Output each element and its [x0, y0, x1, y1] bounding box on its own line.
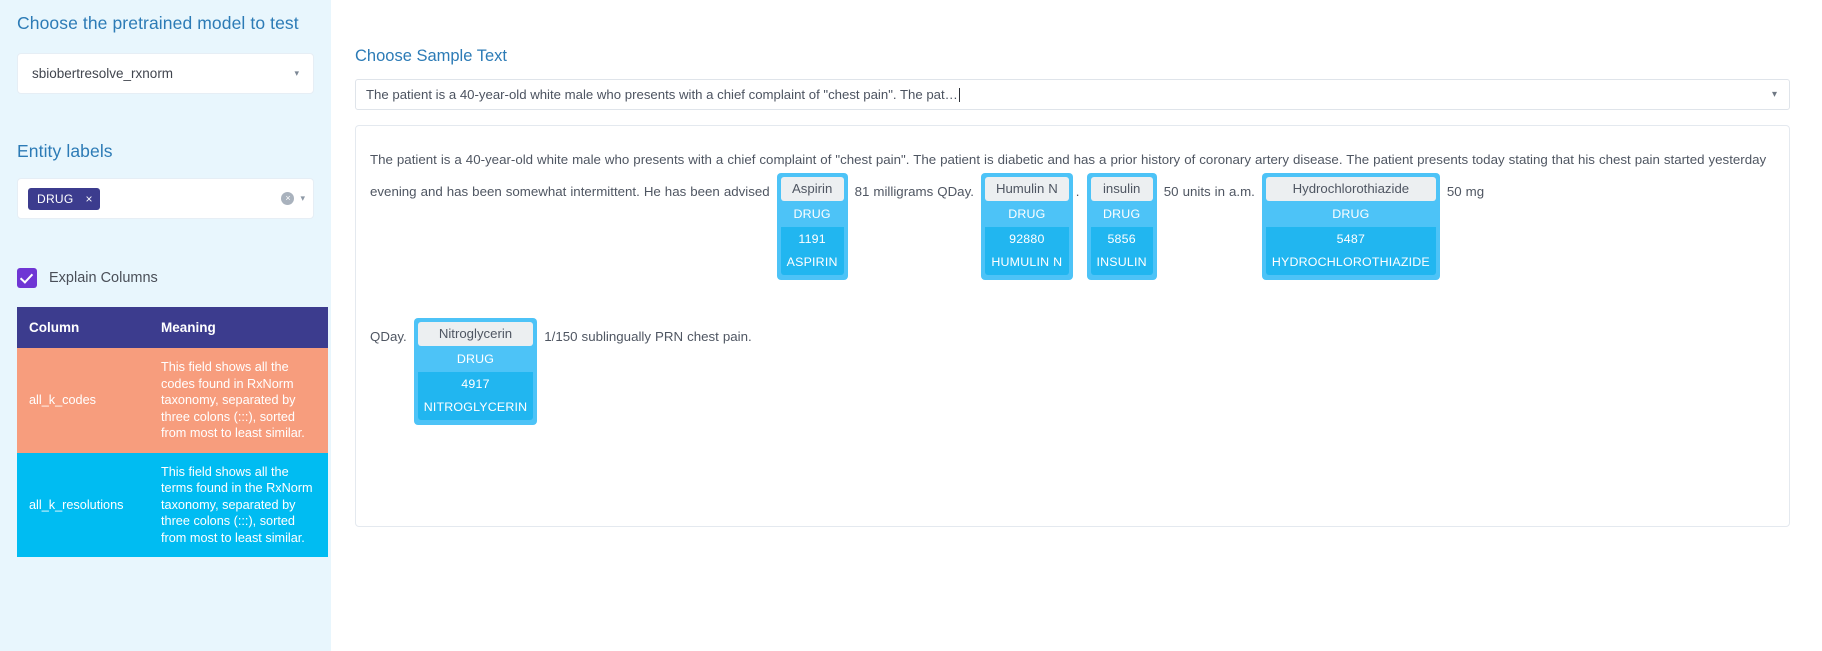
explain-columns-checkbox[interactable]: [17, 268, 37, 288]
entity-resolution: NITROGLYCERIN: [417, 396, 534, 420]
chevron-down-icon[interactable]: ▾: [300, 193, 305, 204]
model-heading: Choose the pretrained model to test: [17, 13, 299, 33]
entity-tag-drug[interactable]: DRUG ×: [28, 187, 100, 210]
explain-columns-label: Explain Columns: [49, 270, 158, 286]
sample-text-heading: Choose Sample Text: [355, 47, 507, 65]
model-select[interactable]: sbiobertresolve_rxnorm ▾: [17, 53, 314, 94]
cell-meaning: This field shows all the terms found in …: [149, 452, 328, 557]
entity-chip[interactable]: Hydrochlorothiazide DRUG 5487 HYDROCHLOROTH…: [1261, 173, 1440, 280]
model-select-value: sbiobertresolve_rxnorm: [32, 66, 174, 81]
text-segment: 1/150 sublingually PRN chest pain.: [540, 329, 752, 344]
main-content: Choose Sample Text The patient is a 40-y…: [331, 0, 1822, 651]
sample-text-value: The patient is a 40-year-old white male …: [366, 87, 960, 102]
entity-code: 5487: [1265, 227, 1436, 251]
entity-surface-text: Aspirin: [780, 177, 844, 201]
entity-label: DRUG: [1103, 207, 1141, 221]
entity-resolution: HUMULIN N: [984, 251, 1069, 275]
ner-result-panel: The patient is a 40-year-old white male …: [355, 125, 1790, 527]
sample-text-select[interactable]: The patient is a 40-year-old white male …: [355, 79, 1790, 110]
entity-code: 1191: [780, 227, 844, 251]
chevron-down-icon: ▾: [294, 68, 299, 78]
close-icon[interactable]: ×: [86, 192, 93, 206]
entity-resolution: ASPIRIN: [780, 251, 844, 275]
table-row: all_k_codes This field shows all the cod…: [17, 348, 328, 453]
entity-surface-text: Hydrochlorothiazide: [1265, 177, 1436, 201]
entity-code: 5856: [1090, 227, 1153, 251]
explain-columns-table: Column Meaning all_k_codes This field sh…: [17, 307, 328, 557]
sidebar: Choose the pretrained model to test sbio…: [0, 0, 331, 651]
entity-resolution: HYDROCHLOROTHIAZIDE: [1265, 251, 1436, 275]
entity-chip[interactable]: insulin DRUG 5856 INSULIN: [1086, 173, 1157, 280]
table-head: Column Meaning: [17, 307, 328, 348]
column-header-column: Column: [17, 307, 149, 348]
entity-code: 92880: [984, 227, 1069, 251]
entity-surface-text: insulin: [1090, 177, 1153, 201]
entity-chip[interactable]: Nitroglycerin DRUG 4917 NITROGLYCERIN: [413, 318, 538, 425]
text-segment: 81 milligrams QDay.: [850, 184, 978, 199]
text-segment: .: [1075, 184, 1084, 199]
entity-chip[interactable]: Aspirin DRUG 1191 ASPIRIN: [776, 173, 848, 280]
column-header-meaning: Meaning: [149, 307, 328, 348]
entity-labels-field[interactable]: DRUG × × ▾: [17, 178, 314, 219]
entity-chip[interactable]: Humulin N DRUG 92880 HUMULIN N: [980, 173, 1073, 280]
entity-label: DRUG: [456, 352, 495, 366]
text-segment: QDay.: [370, 329, 411, 344]
entity-label: DRUG: [1008, 207, 1046, 221]
entity-tag-label: DRUG: [37, 191, 74, 206]
table-body: all_k_codes This field shows all the cod…: [17, 348, 328, 557]
app-root: Choose the pretrained model to test sbio…: [0, 0, 1822, 651]
table-header-row: Column Meaning: [17, 307, 328, 348]
entity-surface-text: Nitroglycerin: [417, 322, 534, 346]
entity-field-controls: × ▾: [281, 192, 305, 205]
text-segment: 50 units in a.m.: [1159, 184, 1259, 199]
text-cursor: [958, 88, 960, 102]
chevron-down-icon: ▾: [1771, 89, 1777, 100]
entity-label: DRUG: [1332, 207, 1370, 221]
annotated-text: The patient is a 40-year-old white male …: [370, 144, 1775, 428]
table-row: all_k_resolutions This field shows all t…: [17, 452, 328, 557]
entity-label: DRUG: [793, 207, 831, 221]
cell-column-name: all_k_codes: [17, 348, 149, 453]
entity-resolution: INSULIN: [1090, 251, 1153, 275]
sample-text-value-text: The patient is a 40-year-old white male …: [366, 87, 958, 102]
entity-code: 4917: [417, 372, 534, 396]
clear-icon[interactable]: ×: [281, 192, 295, 205]
cell-meaning: This field shows all the codes found in …: [149, 348, 328, 453]
text-segment: 50 mg: [1442, 184, 1485, 199]
entity-labels-heading: Entity labels: [17, 141, 113, 161]
entity-surface-text: Humulin N: [984, 177, 1069, 201]
cell-column-name: all_k_resolutions: [17, 452, 149, 557]
explain-columns-row[interactable]: Explain Columns: [17, 268, 314, 288]
